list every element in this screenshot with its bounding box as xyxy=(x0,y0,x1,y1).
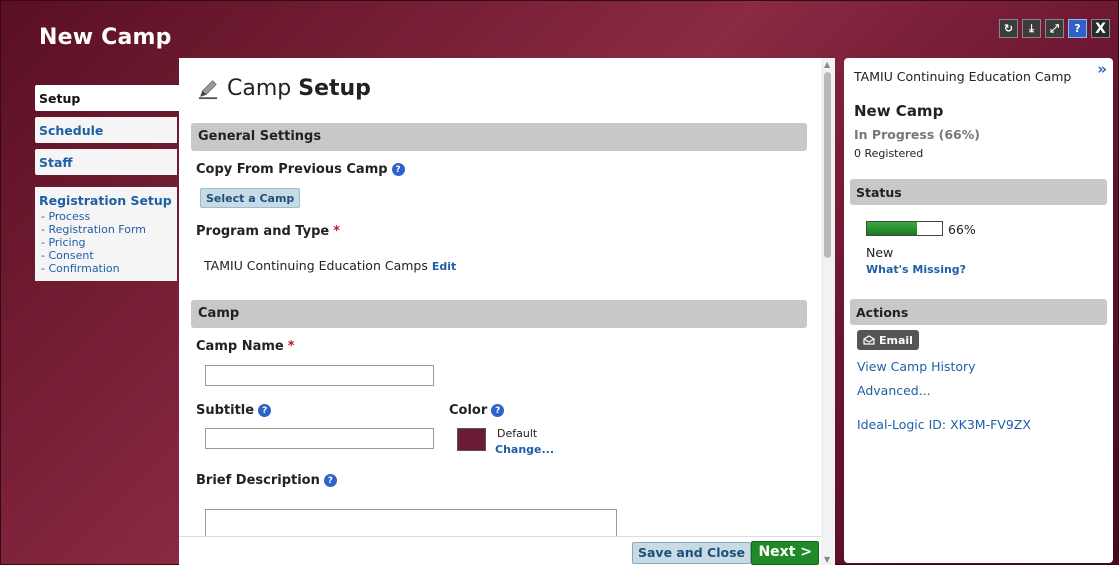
color-change-link[interactable]: Change... xyxy=(495,443,554,456)
summary-panel: » TAMIU Continuing Education Camp New Ca… xyxy=(844,58,1113,563)
tab-schedule[interactable]: Schedule xyxy=(35,117,177,143)
help-question-icon[interactable]: ? xyxy=(323,474,337,487)
help-question-icon[interactable]: ? xyxy=(258,404,272,417)
actions-header: Actions xyxy=(850,299,1107,325)
program-type-value: TAMIU Continuing Education Camps Edit xyxy=(204,258,457,273)
registration-setup-panel: Registration Setup - Process - Registrat… xyxy=(35,187,177,281)
reg-item-consent[interactable]: - Consent xyxy=(39,249,173,262)
camp-section-header: Camp xyxy=(191,300,807,328)
camp-name-label: Camp Name * xyxy=(196,339,295,354)
refresh-icon[interactable]: ↻ xyxy=(999,19,1018,38)
next-button[interactable]: Next > xyxy=(751,541,819,565)
scroll-up-icon[interactable]: ▲ xyxy=(824,60,830,69)
camp-type-text: TAMIU Continuing Education Camp xyxy=(854,69,1072,84)
camp-name-heading: New Camp xyxy=(854,102,944,120)
save-and-close-button[interactable]: Save and Close xyxy=(631,542,751,564)
general-settings-header: General Settings xyxy=(191,123,807,151)
collapse-panel-icon[interactable]: » xyxy=(1097,60,1107,78)
whats-missing-link[interactable]: What's Missing? xyxy=(866,263,966,276)
view-camp-history-link[interactable]: View Camp History xyxy=(857,359,976,374)
brief-description-label: Brief Description ? xyxy=(196,473,337,488)
app-window: New Camp ↻ ⤓ ⤢ ? X Setup Schedule Staff … xyxy=(0,0,1119,565)
main-panel: Camp Setup General Settings Copy From Pr… xyxy=(179,58,835,565)
copy-from-previous-label: Copy From Previous Camp ? xyxy=(196,162,405,177)
subtitle-label: Subtitle ? xyxy=(196,403,272,418)
help-question-icon[interactable]: ? xyxy=(491,404,505,417)
registration-setup-link[interactable]: Registration Setup xyxy=(39,193,173,208)
page-title: Camp Setup xyxy=(227,76,371,101)
select-camp-button[interactable]: Select a Camp xyxy=(200,188,301,208)
help-question-icon[interactable]: ? xyxy=(391,163,405,176)
main-scrollbar[interactable]: ▲ ▼ xyxy=(821,58,835,565)
scroll-thumb[interactable] xyxy=(824,72,831,258)
window-controls: ↻ ⤓ ⤢ ? X xyxy=(999,19,1110,38)
color-swatch[interactable] xyxy=(457,428,486,451)
left-nav: Setup Schedule Staff Registration Setup … xyxy=(35,85,181,281)
envelope-icon xyxy=(863,335,875,345)
download-icon[interactable]: ⤓ xyxy=(1022,19,1041,38)
progress-fill xyxy=(867,222,917,235)
tab-setup[interactable]: Setup xyxy=(35,85,181,111)
progress-bar xyxy=(866,221,943,236)
status-value: New xyxy=(866,245,894,260)
tab-staff[interactable]: Staff xyxy=(35,149,177,175)
camp-name-input[interactable] xyxy=(205,365,434,386)
advanced-link[interactable]: Advanced... xyxy=(857,383,931,398)
color-default-text: Default xyxy=(497,427,538,440)
help-icon[interactable]: ? xyxy=(1068,19,1087,38)
ideal-logic-id: Ideal-Logic ID: XK3M-FV9ZX xyxy=(857,417,1031,432)
progress-text: In Progress (66%) xyxy=(854,127,980,142)
status-header: Status xyxy=(850,179,1107,205)
reg-item-pricing[interactable]: - Pricing xyxy=(39,236,173,249)
reg-item-process[interactable]: - Process xyxy=(39,210,173,223)
progress-percent: 66% xyxy=(948,222,976,237)
close-icon[interactable]: X xyxy=(1091,19,1110,38)
reg-item-registration-form[interactable]: - Registration Form xyxy=(39,223,173,236)
registered-count: 0 Registered xyxy=(854,147,924,160)
subtitle-input[interactable] xyxy=(205,428,434,449)
color-label: Color ? xyxy=(449,403,505,418)
email-button[interactable]: Email xyxy=(857,330,919,350)
edit-program-link[interactable]: Edit xyxy=(432,260,456,273)
expand-icon[interactable]: ⤢ xyxy=(1045,19,1064,38)
page-heading: Camp Setup xyxy=(197,76,371,101)
scroll-down-icon[interactable]: ▼ xyxy=(824,555,830,564)
window-title: New Camp xyxy=(39,25,172,50)
footer-bar: Save and Close Next > xyxy=(179,536,821,565)
pencil-icon xyxy=(198,79,218,99)
program-type-label: Program and Type * xyxy=(196,224,341,239)
reg-item-confirmation[interactable]: - Confirmation xyxy=(39,262,173,275)
